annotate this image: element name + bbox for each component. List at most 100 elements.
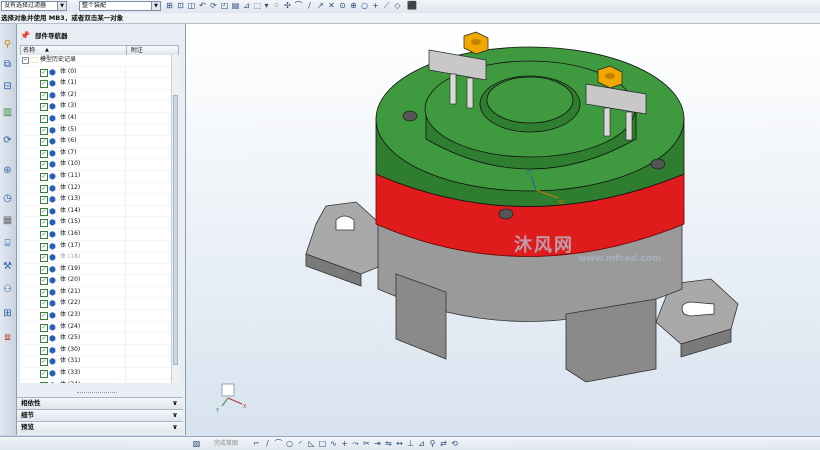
sketch-icon[interactable]: ▧ bbox=[192, 438, 201, 449]
point-on-curve-icon[interactable]: ⟋ bbox=[382, 1, 391, 11]
tree-body-row[interactable]: ✓ ⬢ 体 (22) bbox=[20, 298, 171, 311]
tree-body-row[interactable]: ✓ ⬢ 体 (21) bbox=[20, 286, 171, 299]
tree-body-row[interactable]: ✓⬢ 体 (34) bbox=[20, 379, 171, 383]
profile-icon[interactable]: ⌐ bbox=[252, 438, 261, 449]
chamfer-icon[interactable]: ◺ bbox=[307, 438, 316, 449]
selection-scope-combo[interactable]: 整个装配 ▼ bbox=[79, 1, 161, 11]
tree-body-row[interactable]: ✓ ⬢ 体 (3) bbox=[20, 101, 171, 113]
tree-body-row[interactable]: ✓ ⬢ 体 (17) bbox=[20, 240, 171, 253]
visibility-checkbox[interactable]: ✓ bbox=[40, 323, 48, 332]
quadrant-icon[interactable]: ⊕ bbox=[349, 1, 358, 11]
model-canvas[interactable]: ZC XC X Y bbox=[186, 24, 820, 436]
tree-body-row[interactable]: ✓ ⬢ 体 (18) bbox=[20, 252, 171, 264]
visibility-checkbox[interactable]: ✓ bbox=[40, 114, 48, 123]
visibility-checkbox[interactable]: ✓ bbox=[40, 91, 48, 100]
end-point-icon[interactable]: ⌒ bbox=[294, 1, 303, 11]
selection-filter-combo[interactable]: 没有选择过滤器 ▼ bbox=[1, 1, 67, 11]
dependencies-panel[interactable]: 相依性 ∨ bbox=[17, 397, 183, 409]
visibility-checkbox[interactable]: ✓ bbox=[40, 80, 48, 89]
snap-points-icon[interactable]: ✣ bbox=[283, 1, 292, 11]
box-view-icon[interactable]: ⬛ bbox=[407, 1, 417, 11]
hd3d-tools-icon[interactable]: ⟳ bbox=[1, 134, 14, 147]
tree-body-row[interactable]: ✓ ⬢ 体 (6) bbox=[20, 136, 171, 148]
visibility-checkbox[interactable]: ✓ bbox=[40, 242, 48, 251]
reuse-library-icon[interactable]: ▥ bbox=[1, 106, 14, 119]
rectangle-icon[interactable]: □ bbox=[318, 438, 327, 449]
dimension-icon[interactable]: ↔ bbox=[395, 438, 404, 449]
snap-grid-icon[interactable]: ⁘ bbox=[272, 1, 281, 11]
tree-body-row[interactable]: ✓ ⬢ 体 (30) bbox=[20, 344, 171, 357]
visibility-checkbox[interactable]: ✓ bbox=[40, 370, 48, 379]
tree-root-row[interactable]: − 🗀 模型历史记录 bbox=[20, 55, 171, 67]
mid-point-icon[interactable]: / bbox=[305, 1, 314, 11]
scrollbar-thumb[interactable] bbox=[173, 95, 178, 365]
tree-body-row[interactable]: ✓ ⬢ 体 (20) bbox=[20, 275, 171, 287]
visibility-checkbox[interactable]: ✓ bbox=[40, 312, 48, 321]
chevron-down-icon[interactable]: ▾ bbox=[262, 1, 271, 11]
show-constraints-icon[interactable]: ⚲ bbox=[428, 438, 437, 449]
mirror-icon[interactable]: ⇋ bbox=[384, 438, 393, 449]
tree-body-row[interactable]: ✓ ⬢ 体 (10) bbox=[20, 159, 171, 171]
tree-body-row[interactable]: ✓ ⬢ 体 (12) bbox=[20, 182, 171, 195]
visibility-checkbox[interactable]: ✓ bbox=[40, 277, 48, 286]
visibility-checkbox[interactable]: ✓ bbox=[40, 254, 48, 263]
tree-body-row[interactable]: ✓ ⬢ 体 (33) bbox=[20, 368, 171, 380]
tree-body-row[interactable]: ✓ ⬢ 体 (24) bbox=[20, 321, 171, 334]
roles-icon[interactable]: ⚇ bbox=[1, 283, 14, 296]
circle-icon[interactable]: ○ bbox=[360, 1, 369, 11]
finish-sketch-button[interactable]: 完成草图 bbox=[206, 438, 246, 449]
tree-body-row[interactable]: ✓ ⬢ 体 (15) bbox=[20, 217, 171, 229]
visibility-checkbox[interactable]: ✓ bbox=[40, 346, 48, 355]
system-scenes-icon[interactable]: ⊞ bbox=[1, 307, 14, 320]
arc-icon[interactable]: ⌒ bbox=[274, 438, 283, 449]
layer-icon[interactable]: ▤ bbox=[231, 1, 240, 11]
vertical-scrollbar[interactable] bbox=[171, 55, 179, 383]
history-icon[interactable]: ◷ bbox=[1, 192, 14, 205]
offset-icon[interactable]: ⤳ bbox=[351, 438, 360, 449]
existing-point-icon[interactable]: + bbox=[371, 1, 380, 11]
tree-body-row[interactable]: ✓ ⬢ 体 (5) bbox=[20, 124, 171, 137]
assembly-navigator-icon[interactable]: ⧉ bbox=[1, 58, 14, 71]
tree-body-row[interactable]: ✓ ⬢ 体 (0) bbox=[20, 66, 171, 79]
circle-icon[interactable]: ○ bbox=[285, 438, 294, 449]
manufacturing-wizard-icon[interactable]: ⚒ bbox=[1, 260, 14, 273]
pin-icon[interactable]: 📌 bbox=[20, 30, 30, 42]
visibility-checkbox[interactable]: ✓ bbox=[40, 138, 48, 147]
preview-panel[interactable]: 预览 ∨ bbox=[17, 421, 183, 433]
deselect-icon[interactable]: ◫ bbox=[187, 1, 196, 11]
intersection-icon[interactable]: ✕ bbox=[327, 1, 336, 11]
box-select-icon[interactable]: ⬚ bbox=[253, 1, 262, 11]
visibility-checkbox[interactable]: ✓ bbox=[40, 288, 48, 297]
web-browser-icon[interactable]: ⊛ bbox=[1, 164, 14, 177]
general-select-icon[interactable]: ⊡ bbox=[176, 1, 185, 11]
tree-body-row[interactable]: ✓ ⬢ 体 (14) bbox=[20, 205, 171, 218]
visibility-checkbox[interactable]: ✓ bbox=[40, 149, 48, 158]
visibility-checkbox[interactable]: ✓ bbox=[40, 358, 48, 367]
tree-body-row[interactable]: ✓ ⬢ 体 (23) bbox=[20, 310, 171, 322]
tree-body-row[interactable]: ✓ ⬢ 体 (16) bbox=[20, 228, 171, 241]
visibility-checkbox[interactable]: ✓ bbox=[40, 196, 48, 205]
arc-center-icon[interactable]: ⊙ bbox=[338, 1, 347, 11]
visibility-checkbox[interactable]: ✓ bbox=[40, 161, 48, 170]
visibility-checkbox[interactable]: ✓ bbox=[40, 68, 48, 77]
constraint-icon[interactable]: ⊥ bbox=[406, 438, 415, 449]
visibility-checkbox[interactable]: ✓ bbox=[40, 265, 48, 274]
visibility-checkbox[interactable]: ✓ bbox=[40, 335, 48, 344]
spline-icon[interactable]: ∿ bbox=[329, 438, 338, 449]
tree-body-row[interactable]: ✓ ⬢ 体 (2) bbox=[20, 89, 171, 102]
tree-body-row[interactable]: ✓ ⬢ 体 (19) bbox=[20, 263, 171, 276]
visibility-checkbox[interactable]: ✓ bbox=[40, 219, 48, 228]
system-materials-icon[interactable]: ▦ bbox=[1, 214, 14, 227]
visibility-checkbox[interactable]: ✓ bbox=[40, 103, 48, 112]
line-icon[interactable]: / bbox=[263, 438, 272, 449]
graphics-window[interactable]: ZC XC X Y 沐风网 www.mfcad.com bbox=[186, 24, 820, 436]
tree-body-row[interactable]: ✓ ⬢ 体 (7) bbox=[20, 147, 171, 160]
alternate-solution-icon[interactable]: ⟲ bbox=[450, 438, 459, 449]
palette-icon[interactable]: ⧈ bbox=[1, 331, 14, 344]
control-point-icon[interactable]: ↗ bbox=[316, 1, 325, 11]
part-navigator-icon[interactable]: ⚲ bbox=[1, 38, 14, 51]
collapse-icon[interactable]: − bbox=[22, 57, 29, 64]
tree-body-row[interactable]: ✓ ⬢ 体 (25) bbox=[20, 333, 171, 345]
column-name-header[interactable]: 名称 bbox=[23, 46, 35, 55]
visibility-checkbox[interactable]: ✓ bbox=[40, 126, 48, 135]
